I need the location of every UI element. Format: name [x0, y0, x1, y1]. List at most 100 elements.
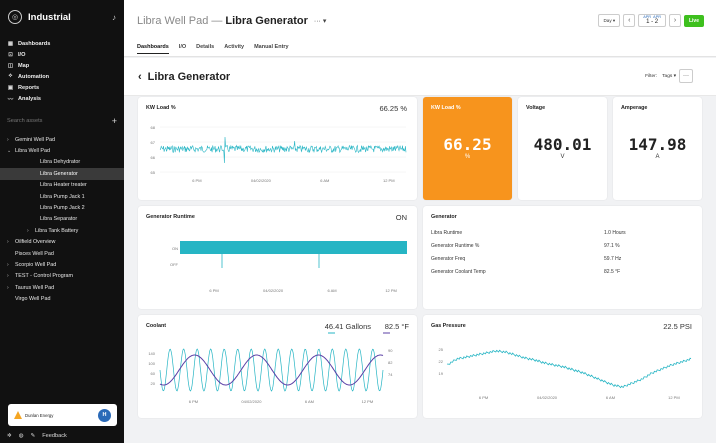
range-select[interactable]: Day ▾ [598, 14, 621, 27]
tab-manualentry[interactable]: Manual Entry [254, 44, 289, 54]
back-icon[interactable]: ‹ [138, 71, 142, 83]
kw-load-series [159, 136, 407, 164]
time-tick-label: 04/02/2020 [537, 395, 558, 400]
dashboard-more-button[interactable]: ··· [679, 69, 693, 83]
live-button[interactable]: Live [683, 14, 704, 27]
filter-label: Filter: [645, 74, 658, 79]
avatar[interactable]: H [98, 408, 111, 422]
chevron-icon[interactable]: › [7, 262, 15, 268]
tree-item[interactable]: ⌄ Libra Well Pad [0, 145, 124, 156]
help-icon[interactable]: ◍ [19, 433, 24, 439]
filter-control: Filter: Tags ▾ [645, 74, 676, 79]
y-tick-label: 60 [151, 371, 156, 376]
time-tick-label: 12 PM [362, 399, 374, 404]
feedback-link[interactable]: Feedback [42, 433, 67, 439]
chevron-icon[interactable]: › [27, 228, 35, 234]
main-nav: ▦ Dashboards ⊡ I/O ◫ Map ⟡ Automation ▣ Reports 〰 A… [0, 34, 124, 108]
chevron-icon[interactable]: › [7, 239, 15, 245]
amperage-tile: Amperage 147.98 A [613, 97, 702, 200]
gas-pressure-card: Gas Pressure 22.5 PSI 25 22 19 6 PM 04/02/2… [423, 315, 702, 418]
automation-icon: ⟡ [8, 73, 13, 79]
tree-item[interactable]: Libra Generator [0, 168, 124, 180]
nav-item-automation[interactable]: ⟡ Automation [0, 71, 124, 82]
nav-item-label: Dashboards [18, 40, 51, 47]
sidebar-header: ◎ Industrial ♪ [0, 0, 124, 34]
time-tick-label: 12 PM [668, 395, 680, 400]
card-title: Voltage [526, 105, 546, 111]
time-controls: Day ▾ ‹ APR APR 1 - 2 › Live [598, 14, 704, 27]
time-tick-label: 6 PM [479, 395, 488, 400]
kw-load-unit: % [464, 154, 471, 160]
tab-activity[interactable]: Activity [224, 44, 244, 54]
tree-item[interactable]: › Gemini Well Pad [0, 134, 124, 145]
nav-item-label: I/O [18, 51, 26, 58]
tree-item[interactable]: › Scorpio Well Pad [0, 259, 124, 270]
add-icon[interactable]: + [112, 116, 117, 126]
next-range-button[interactable]: › [668, 14, 681, 27]
time-tick-label: 12 PM [385, 288, 397, 293]
tree-item[interactable]: › TEST - Control Program [0, 271, 124, 282]
org-switcher[interactable]: Dunlan Energy H [8, 404, 117, 426]
page-header: Libra Well Pad — Libra Generator ··· ▾ Day… [124, 0, 716, 57]
chevron-icon[interactable]: › [7, 137, 15, 143]
chevron-icon[interactable]: › [7, 273, 15, 279]
tree-item[interactable]: Libra Heater treater [0, 180, 124, 191]
asset-menu-button[interactable]: ··· ▾ [314, 17, 326, 25]
tree-item[interactable]: Virgo Well Pad [0, 293, 124, 304]
voltage-value: 480.01 [533, 135, 592, 154]
search-input[interactable]: Search assets [7, 118, 42, 124]
generator-runtime-card: Generator Runtime ON ON OFF 6 PM 04/02/20… [138, 206, 417, 309]
tree-item[interactable]: Pisces Well Pad [0, 248, 124, 259]
kw-load-chart: 68 67 66 65 6 PM 04/02/2020 6 AM 12 PM [151, 125, 407, 183]
tree-item[interactable]: › Libra Tank Battery [0, 225, 124, 236]
tree-item[interactable]: › Oilfield Overview [0, 237, 124, 248]
tree-item[interactable]: Libra Pump Jack 1 [0, 191, 124, 202]
tree-item[interactable]: Libra Dehydrator [0, 157, 124, 168]
gas-pressure-series [446, 349, 692, 389]
org-logo: Dunlan Energy [14, 411, 53, 419]
io-icon: ⊡ [8, 51, 13, 58]
dashboard-icon: ▦ [7, 40, 14, 47]
time-tick-label: 6 PM [189, 399, 198, 404]
tree-item[interactable]: Libra Pump Jack 2 [0, 202, 124, 213]
settings-icon[interactable]: ✲ [7, 433, 12, 439]
amperage-unit: A [655, 154, 660, 160]
tab-details[interactable]: Details [196, 44, 214, 54]
tree-item[interactable]: Libra Separator [0, 214, 124, 225]
tags-dropdown[interactable]: Tags ▾ [662, 74, 676, 79]
chevron-icon[interactable]: ⌄ [7, 148, 15, 154]
nav-item-reports[interactable]: ▣ Reports [0, 82, 124, 93]
y-tick-label: 100 [148, 361, 155, 366]
tab-io[interactable]: I/O [179, 44, 186, 54]
tab-dashboards[interactable]: Dashboards [137, 44, 169, 54]
feedback-icon[interactable]: ✎ [31, 433, 36, 439]
nav-item-label: Reports [18, 84, 40, 91]
org-logo-icon [14, 411, 22, 419]
nav-item-dashboards[interactable]: ▦ Dashboards [0, 38, 124, 49]
y-tick-label: 20 [151, 381, 156, 386]
time-tick-label: 6 PM [209, 288, 218, 293]
chevron-icon[interactable]: › [7, 285, 15, 291]
tree-item[interactable]: › Taurus Well Pad [0, 282, 124, 293]
on-axis-label: ON [172, 246, 178, 251]
generator-field-value: 59.7 Hz [604, 256, 622, 262]
nav-item-map[interactable]: ◫ Map [0, 60, 124, 71]
date-from-day: 1 [646, 19, 650, 26]
runtime-chart: ON OFF 6 PM 04/02/2020 6 AM 12 PM [170, 241, 407, 293]
date-range-display[interactable]: APR APR 1 - 2 [638, 14, 666, 27]
dashboard-title-row: ‹ Libra Generator [138, 71, 230, 83]
prev-range-button[interactable]: ‹ [623, 14, 636, 27]
nav-item-analysis[interactable]: 〰 Analysis [0, 93, 124, 104]
y-tick-label: 140 [148, 351, 155, 356]
y-tick-label: 67 [151, 140, 156, 145]
card-title: Generator [431, 214, 457, 220]
tree-item-label: Libra Tank Battery [35, 227, 79, 234]
reports-icon: ▣ [7, 84, 14, 91]
breadcrumb-parent[interactable]: Libra Well Pad [137, 15, 208, 27]
search-assets[interactable]: Search assets + [0, 114, 124, 128]
y-tick-label: 74 [388, 372, 393, 377]
time-tick-label: 6 AM [606, 395, 615, 400]
bell-icon[interactable]: ♪ [112, 13, 116, 22]
nav-item-io[interactable]: ⊡ I/O [0, 49, 124, 60]
y-tick-label: 82 [388, 360, 393, 365]
